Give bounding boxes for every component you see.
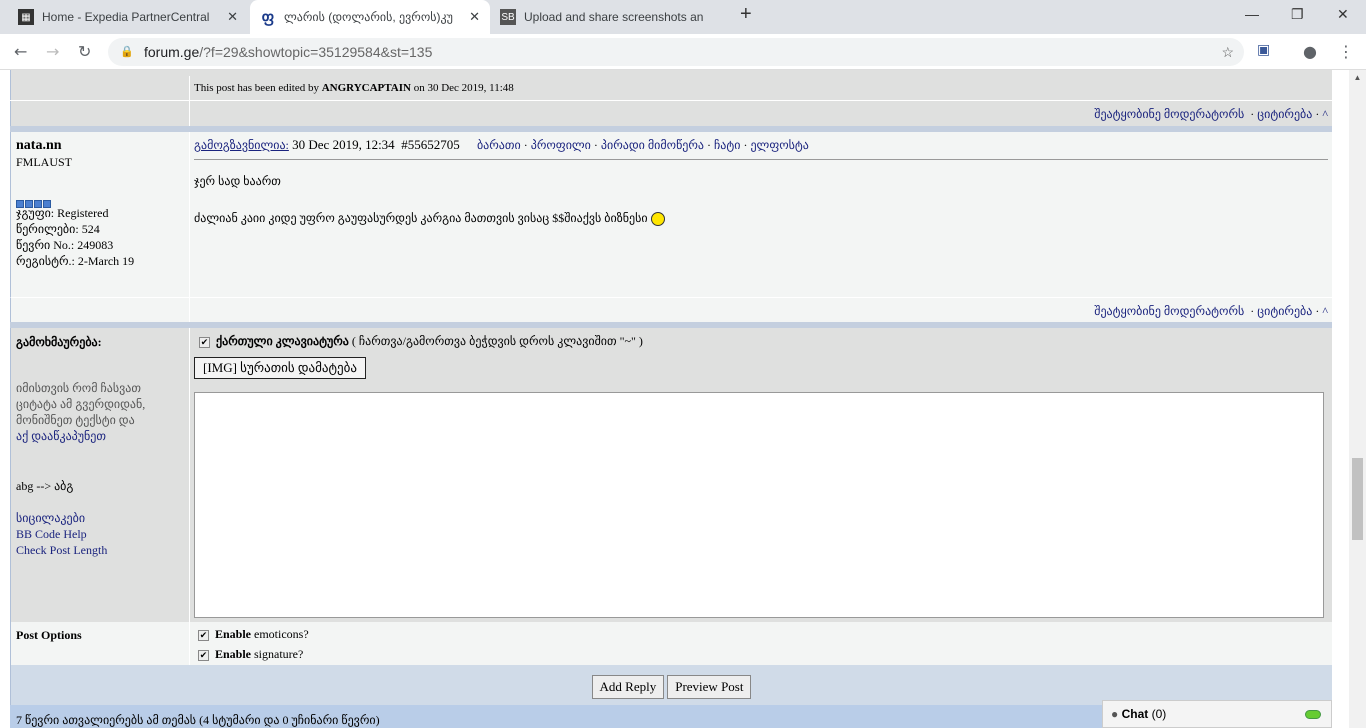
add-reply-button[interactable]: Add Reply xyxy=(591,675,665,699)
post-id[interactable]: #55652705 xyxy=(401,137,460,152)
address-bar: ← → ↻ 🔒 forum.ge/?f=29&showtopic=3512958… xyxy=(0,34,1366,70)
tab-title: ლარის (დოლარის, ევროს)კუ xyxy=(284,10,453,24)
edited-notice: This post has been edited by ANGRYCAPTAI… xyxy=(189,76,1332,100)
chat-widget[interactable]: ● Chat (0) xyxy=(1102,700,1332,728)
maximize-button[interactable]: ❐ xyxy=(1291,6,1304,23)
page: This post has been edited by ANGRYCAPTAI… xyxy=(0,70,1349,728)
georgian-keyboard-checkbox[interactable]: ✔ xyxy=(199,336,210,348)
scrollbar-thumb[interactable] xyxy=(1352,458,1363,540)
member-group: ჯგუფი: Registered xyxy=(16,206,109,220)
post-line-1: ჯერ სად ხაართ xyxy=(194,174,281,188)
user-online-icon: ● xyxy=(1111,707,1119,721)
post-date: 30 Dec 2019, 12:34 xyxy=(292,137,395,152)
card-link[interactable]: ბარათი xyxy=(477,138,521,152)
member-title: FMLAUST xyxy=(16,155,73,169)
report-link[interactable]: შეატყობინე მოდერატორს xyxy=(1094,107,1244,121)
post-username[interactable]: nata.nn xyxy=(16,138,184,154)
quote-link[interactable]: ციტირება xyxy=(1257,304,1312,318)
reply-form: გამოხმაურება: იმისთვის რომ ჩასვათ ციტატა… xyxy=(10,328,1332,622)
translit-hint: abg --> აბგ xyxy=(16,479,74,493)
top-link[interactable]: ^ xyxy=(1322,107,1328,121)
post-options: Post Options ✔ Enable emoticons? ✔ Enable … xyxy=(10,622,1332,665)
keyboard-hint: ( ჩართვა/გამორთვა ბეჭდვის დროს კლავიშით … xyxy=(351,334,643,348)
lock-icon: 🔒 xyxy=(120,46,134,58)
new-tab-button[interactable]: + xyxy=(740,3,752,26)
quote-here-link[interactable]: აქ დააწკაპუნეთ xyxy=(16,429,106,443)
smilies-link[interactable]: სიცილაკები xyxy=(16,511,85,525)
edited-row: This post has been edited by ANGRYCAPTAI… xyxy=(10,76,1332,100)
preview-post-button[interactable]: Preview Post xyxy=(667,675,752,699)
tab-title: Home - Expedia PartnerCentral xyxy=(42,10,210,24)
profile-icon[interactable]: ● xyxy=(1303,42,1317,61)
tab-bar: ▦ Home - Expedia PartnerCentral ✕ ფ ლარი… xyxy=(0,0,1366,34)
post-header: გამოგზავნილია: 30 Dec 2019, 12:34 #55652… xyxy=(194,137,1328,160)
close-tab-icon[interactable]: ✕ xyxy=(469,9,480,25)
posted-link[interactable]: გამოგზავნილია: xyxy=(194,138,289,152)
reload-icon[interactable]: ↻ xyxy=(78,42,91,61)
pm-link[interactable]: პირადი მიმოწერა xyxy=(601,138,704,152)
extension-icon[interactable]: ▣ xyxy=(1257,42,1270,58)
member-registered: რეგისტრ.: 2-March 19 xyxy=(16,254,135,268)
reply-textarea[interactable] xyxy=(194,392,1324,618)
close-tab-icon[interactable]: ✕ xyxy=(227,9,238,25)
email-link[interactable]: ელფოსტა xyxy=(750,138,808,152)
post: nata.nn FMLAUST ჯგუფი: Registered წერილე… xyxy=(10,132,1332,297)
tab-screenshots[interactable]: SB Upload and share screenshots an xyxy=(490,0,730,34)
menu-icon[interactable]: ⋮ xyxy=(1338,42,1354,61)
post-actions: შეატყობინე მოდერატორს · ციტირება · ^ xyxy=(189,101,1332,126)
post-options-label: Post Options xyxy=(16,628,82,642)
scrollbar[interactable]: ▲ xyxy=(1349,70,1366,728)
profile-link[interactable]: პროფილი xyxy=(531,138,591,152)
check-length-link[interactable]: Check Post Length xyxy=(16,543,107,557)
post-actions: შეატყობინე მოდერატორს · ციტირება · ^ xyxy=(189,298,1332,322)
chat-toggle[interactable] xyxy=(1305,710,1321,719)
chat-count: (0) xyxy=(1151,707,1167,721)
sb-icon: SB xyxy=(500,9,516,25)
report-link[interactable]: შეატყობინე მოდერატორს xyxy=(1094,304,1244,318)
building-icon: ▦ xyxy=(18,9,34,25)
url-input[interactable]: 🔒 forum.ge/?f=29&showtopic=35129584&st=1… xyxy=(108,38,1244,66)
url-path: /?f=29&showtopic=35129584&st=135 xyxy=(199,44,433,60)
forum-ge-icon: ფ xyxy=(261,9,275,26)
signature-label: signature? xyxy=(254,647,304,661)
bbcode-help-link[interactable]: BB Code Help xyxy=(16,527,87,541)
scroll-up-icon[interactable]: ▲ xyxy=(1349,73,1366,82)
top-link[interactable]: ^ xyxy=(1322,304,1328,318)
minimize-button[interactable]: — xyxy=(1245,6,1259,22)
tab-forum[interactable]: ფ ლარის (დოლარის, ევროს)კუ ✕ xyxy=(250,0,490,34)
smiley-icon xyxy=(650,212,665,227)
enable-emoticons-checkbox[interactable]: ✔ xyxy=(198,629,209,641)
close-window-button[interactable]: ✕ xyxy=(1337,6,1349,23)
emoticons-label: emoticons? xyxy=(254,627,309,641)
enable-signature-checkbox[interactable]: ✔ xyxy=(198,649,209,661)
bookmark-star-icon[interactable]: ☆ xyxy=(1221,38,1234,66)
member-number: წევრი No.: 249083 xyxy=(16,238,114,252)
tab-expedia[interactable]: ▦ Home - Expedia PartnerCentral ✕ xyxy=(8,0,248,34)
quote-help: იმისთვის რომ ჩასვათ ციტატა ამ გვერდიდან,… xyxy=(16,381,146,427)
rank-pips xyxy=(16,196,184,208)
tab-title: Upload and share screenshots an xyxy=(524,10,704,24)
add-image-button[interactable]: [IMG] სურათის დამატება xyxy=(194,357,366,379)
post-line-2: ძალიან კაიი კიდე უფრო გაუფასურდეს კარგია… xyxy=(194,211,1328,227)
quote-link[interactable]: ციტირება xyxy=(1257,107,1312,121)
member-posts: წერილები: 524 xyxy=(16,222,100,236)
chat-label: Chat xyxy=(1121,707,1149,721)
forward-icon[interactable]: → xyxy=(46,42,59,61)
chat-link[interactable]: ჩატი xyxy=(714,138,740,152)
keyboard-label: ქართული კლავიატურა xyxy=(216,334,349,348)
back-icon[interactable]: ← xyxy=(14,42,27,61)
reply-label: გამოხმაურება: xyxy=(16,335,102,349)
url-domain: forum.ge xyxy=(144,44,200,60)
